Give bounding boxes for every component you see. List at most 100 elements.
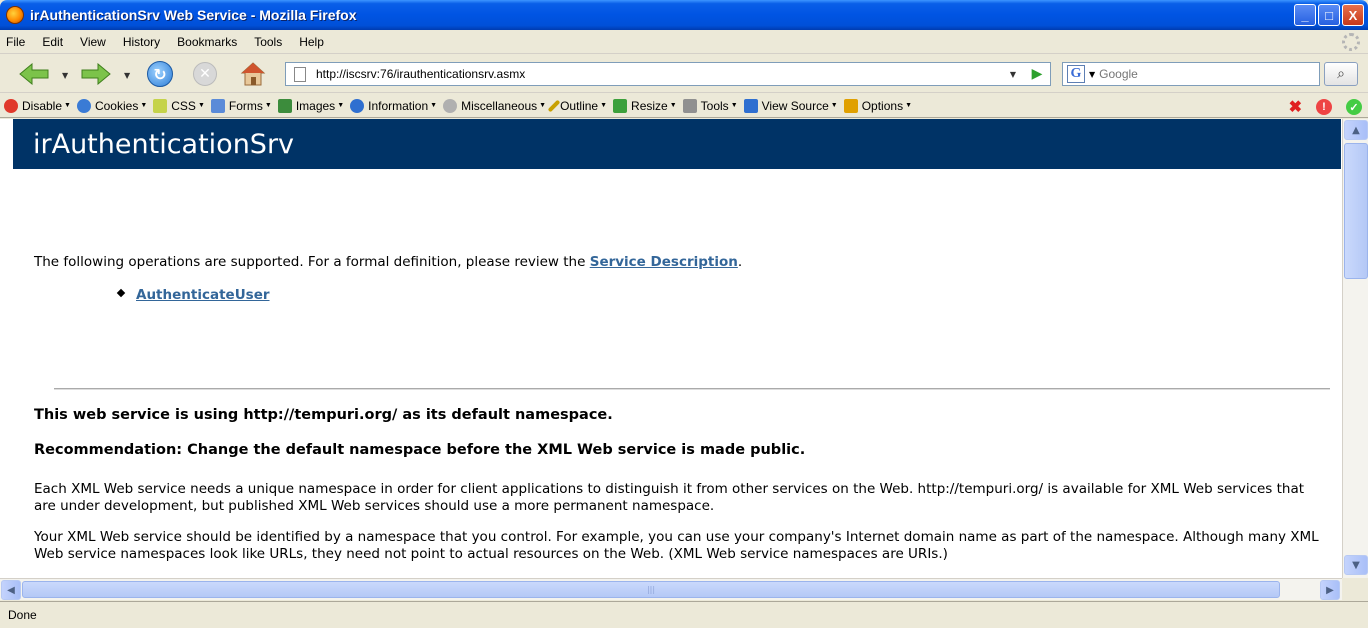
caret-icon: ▼: [730, 102, 738, 109]
bullet-icon: [116, 288, 126, 298]
back-arrow-icon: [19, 63, 49, 85]
dev-tools[interactable]: Tools ▼: [682, 98, 738, 113]
miscellaneous-icon: [443, 98, 458, 113]
resize-icon: [613, 98, 628, 113]
dev-label: Miscellaneous: [461, 98, 538, 113]
dev-view-source[interactable]: View Source ▼: [743, 98, 838, 113]
caret-icon: ▼: [264, 102, 272, 109]
menu-tools[interactable]: Tools: [254, 35, 282, 49]
forward-dropdown-icon[interactable]: ▼: [124, 71, 130, 80]
page-icon: [294, 66, 306, 82]
url-text[interactable]: http://iscsrv:76/irauthenticationsrv.asm…: [316, 67, 525, 81]
dev-label: Cookies: [94, 98, 139, 113]
window-titlebar[interactable]: irAuthenticationSrv Web Service - Mozill…: [0, 0, 1368, 30]
caret-icon: ▼: [830, 102, 838, 109]
dev-label: Images: [295, 98, 336, 113]
search-bar: G ▼: [1062, 62, 1320, 86]
caret-icon: ▼: [539, 102, 547, 109]
status-text: Done: [8, 608, 37, 622]
outline-pencil-icon: [547, 99, 561, 112]
scroll-left-button[interactable]: ◀: [1, 580, 21, 600]
back-button[interactable]: [18, 63, 50, 85]
error-icon[interactable]: !: [1316, 99, 1332, 115]
menu-bookmarks[interactable]: Bookmarks: [177, 35, 237, 49]
intro-text: The following operations are supported. …: [34, 254, 590, 270]
menu-edit[interactable]: Edit: [42, 35, 63, 49]
namespace-paragraph-2: Your XML Web service should be identifie…: [34, 529, 1319, 562]
page-title: irAuthenticationSrv: [13, 119, 1341, 169]
intro-paragraph: The following operations are supported. …: [34, 254, 742, 270]
valid-icon[interactable]: ✓: [1346, 99, 1362, 115]
web-developer-toolbar: Disable ▼ Cookies ▼ CSS ▼ Forms ▼ Images ▼ In…: [0, 94, 1368, 118]
home-icon: [240, 62, 266, 86]
dev-miscellaneous[interactable]: Miscellaneous ▼: [443, 98, 547, 113]
menu-file[interactable]: File: [6, 35, 25, 49]
caret-icon: ▼: [905, 102, 913, 109]
dev-images[interactable]: Images ▼: [277, 98, 344, 113]
scroll-down-button[interactable]: ▼: [1344, 555, 1368, 575]
caret-icon: ▼: [669, 102, 677, 109]
google-engine-icon[interactable]: G: [1067, 65, 1085, 83]
maximize-button[interactable]: □: [1318, 4, 1340, 26]
dev-label: Resize: [631, 98, 668, 113]
dev-outline[interactable]: Outline ▼: [547, 99, 608, 113]
menu-help[interactable]: Help: [299, 35, 324, 49]
dev-label: View Source: [761, 98, 829, 113]
caret-icon: ▼: [140, 102, 148, 109]
dev-information[interactable]: Information ▼: [350, 98, 438, 113]
dev-disable[interactable]: Disable ▼: [4, 98, 71, 113]
intro-period: .: [737, 254, 743, 270]
dev-css[interactable]: CSS ▼: [153, 98, 205, 113]
search-button[interactable]: ⌕: [1324, 62, 1358, 86]
back-dropdown-icon[interactable]: ▼: [62, 71, 68, 80]
namespace-heading: This web service is using http://tempuri…: [34, 407, 613, 423]
stop-button[interactable]: ✕: [193, 62, 217, 86]
scroll-up-button[interactable]: ▲: [1344, 120, 1368, 140]
operations-list: AuthenticateUser: [116, 287, 270, 303]
namespace-paragraph-1: Each XML Web service needs a unique name…: [34, 481, 1305, 514]
vertical-scroll-thumb[interactable]: [1344, 143, 1368, 279]
dev-label: Tools: [700, 98, 729, 113]
caret-icon: ▼: [600, 102, 608, 109]
view-source-icon: [743, 98, 758, 113]
horizontal-scrollbar[interactable]: ◀ ||| ▶: [0, 578, 1342, 600]
url-dropdown-icon[interactable]: ▼: [1004, 65, 1022, 83]
dev-cookies[interactable]: Cookies ▼: [76, 98, 148, 113]
reload-icon: ↻: [153, 64, 167, 84]
dev-forms[interactable]: Forms ▼: [210, 98, 272, 113]
search-input[interactable]: [1099, 67, 1280, 81]
options-key-icon: [843, 98, 858, 113]
reload-button[interactable]: ↻: [147, 61, 173, 87]
wrench-icon: [682, 98, 697, 113]
dev-options[interactable]: Options ▼: [843, 98, 913, 113]
caret-icon: ▼: [430, 102, 438, 109]
menu-view[interactable]: View: [80, 35, 106, 49]
information-icon: [350, 98, 365, 113]
minimize-button[interactable]: _: [1294, 4, 1316, 26]
go-button[interactable]: ▶: [1026, 64, 1048, 84]
close-toolbar-icon[interactable]: ✖: [1289, 97, 1302, 117]
scroll-right-button[interactable]: ▶: [1320, 580, 1340, 600]
throbber-icon: [1342, 33, 1360, 51]
menu-history[interactable]: History: [123, 35, 160, 49]
forward-button[interactable]: [80, 63, 112, 85]
page-content: irAuthenticationSrv The following operat…: [0, 119, 1342, 578]
cookies-icon: [76, 98, 91, 113]
scroll-corner: [1342, 578, 1368, 600]
firefox-icon: [6, 6, 24, 24]
operation-link-authenticateuser[interactable]: AuthenticateUser: [136, 287, 270, 303]
disable-icon: [4, 98, 18, 113]
service-description-link[interactable]: Service Description: [590, 254, 738, 270]
engine-dropdown-icon[interactable]: ▼: [1089, 70, 1095, 79]
navigation-toolbar: ▼ ▼ ↻ ✕ http://iscsrv:76/irauthenticatio…: [0, 55, 1368, 93]
close-button[interactable]: X: [1342, 4, 1364, 26]
home-button[interactable]: [240, 61, 266, 87]
dev-resize[interactable]: Resize ▼: [613, 98, 677, 113]
window-title: irAuthenticationSrv Web Service - Mozill…: [30, 7, 357, 23]
url-bar[interactable]: http://iscsrv:76/irauthenticationsrv.asm…: [285, 62, 1051, 86]
vertical-scrollbar[interactable]: ▲ ▼: [1342, 119, 1368, 578]
forward-arrow-icon: [81, 63, 111, 85]
dev-label: Options: [861, 98, 904, 113]
horizontal-scroll-thumb[interactable]: |||: [22, 581, 1280, 598]
menu-bar: File Edit View History Bookmarks Tools H…: [0, 30, 1368, 54]
